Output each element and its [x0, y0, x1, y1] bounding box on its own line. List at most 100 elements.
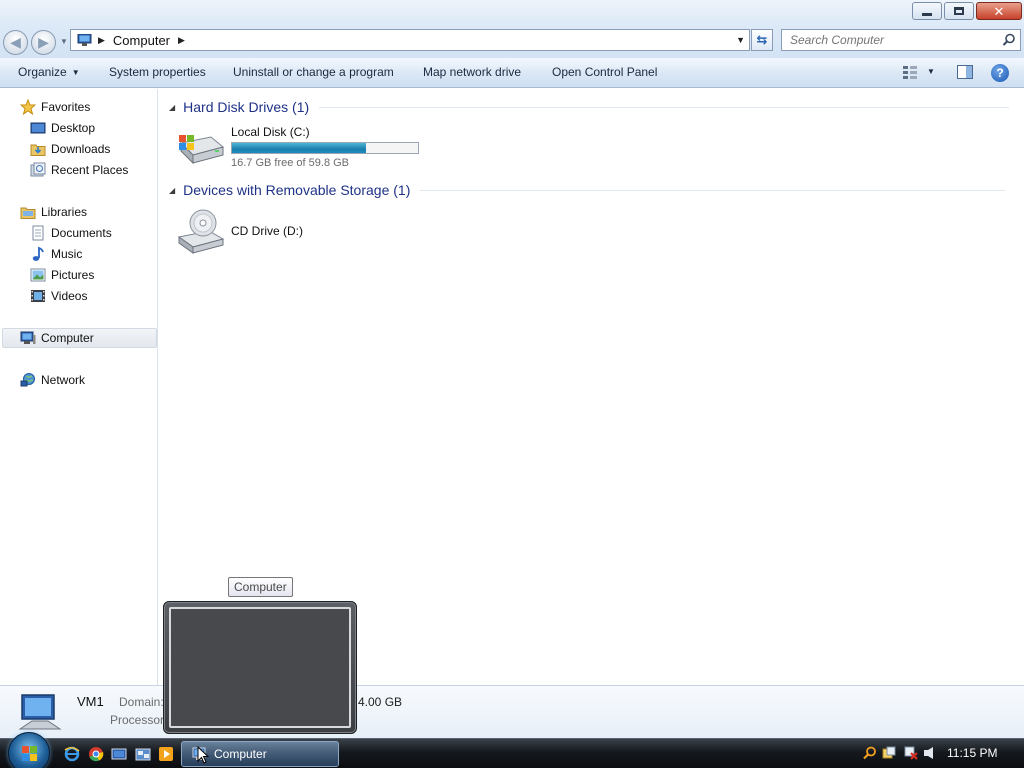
search-box[interactable]	[781, 29, 1021, 51]
restore-icon	[954, 7, 964, 15]
processor-label: Processor:	[110, 713, 168, 727]
address-bar[interactable]: ▶ Computer ▶ ▼	[70, 29, 750, 51]
nav-label: Documents	[51, 226, 112, 240]
nav-pictures[interactable]: Pictures	[30, 265, 94, 285]
nav-network[interactable]: Network	[20, 370, 85, 390]
domain-label: Domain:	[119, 695, 164, 709]
search-input[interactable]	[782, 33, 982, 47]
mouse-cursor-icon	[197, 746, 209, 764]
system-properties-button[interactable]: System properties	[109, 65, 206, 79]
view-options-dropdown-icon[interactable]: ▼	[927, 67, 935, 76]
nav-label: Computer	[41, 331, 94, 345]
taskbar-window-label: Computer	[214, 747, 267, 761]
taskbar: Computer 11:15 PM	[0, 732, 1024, 768]
group-header-hard-disk-drives[interactable]: ◢ Hard Disk Drives (1)	[169, 99, 1010, 115]
taskbar-tooltip: Computer	[228, 577, 293, 597]
details-pane: VM1 Domain: Processor: 4.00 GB	[0, 685, 1024, 738]
search-tray-icon[interactable]	[863, 746, 877, 760]
thumbnail-image	[169, 607, 351, 728]
nav-desktop[interactable]: Desktop	[30, 118, 95, 138]
network-globe-icon	[20, 373, 35, 387]
libraries-icon	[20, 207, 36, 219]
nav-documents[interactable]: Documents	[30, 223, 112, 243]
nav-computer[interactable]: Computer	[2, 328, 157, 348]
close-button[interactable]: ✕	[976, 2, 1022, 20]
star-icon	[20, 99, 36, 115]
media-player-icon[interactable]	[158, 746, 174, 762]
nav-videos[interactable]: Videos	[30, 286, 87, 306]
cd-drive-icon	[177, 209, 225, 254]
command-bar: Organize ▼ System properties Uninstall or…	[0, 58, 1024, 88]
back-arrow-icon: ◀	[10, 34, 21, 50]
group-divider	[420, 189, 1006, 191]
desktop-icon	[30, 122, 46, 134]
drive-name: Local Disk (C:)	[231, 125, 310, 139]
nav-libraries[interactable]: Libraries	[20, 202, 87, 222]
drive-usage-fill	[232, 143, 366, 153]
computer-icon	[77, 34, 92, 46]
forward-arrow-icon: ▶	[38, 34, 49, 50]
recent-places-icon	[30, 162, 46, 177]
start-button[interactable]	[8, 732, 50, 768]
organize-button[interactable]: Organize ▼	[18, 65, 80, 79]
collapse-triangle-icon[interactable]: ◢	[169, 103, 175, 112]
system-clock[interactable]: 11:15 PM	[947, 746, 997, 760]
breadcrumb-chevron-icon[interactable]: ▶	[178, 35, 185, 46]
window-controls: ✕	[912, 2, 1022, 20]
network-disconnected-icon[interactable]	[904, 746, 918, 760]
drive-info: Local Disk (C:) 16.7 GB free of 59.8 GB	[231, 125, 419, 169]
change-view-icon[interactable]	[902, 65, 918, 79]
refresh-button[interactable]: ⇆	[751, 29, 773, 51]
music-note-icon	[32, 246, 44, 261]
breadcrumb-computer[interactable]: Computer	[113, 33, 170, 48]
collapse-triangle-icon[interactable]: ◢	[169, 186, 175, 195]
group-divider	[319, 106, 1010, 108]
address-dropdown-icon[interactable]: ▼	[736, 35, 745, 45]
drive-local-disk-c[interactable]: Local Disk (C:) 16.7 GB free of 59.8 GB	[177, 125, 419, 169]
restore-button[interactable]	[944, 2, 974, 20]
nav-label: Libraries	[41, 205, 88, 219]
hard-drive-icon	[179, 135, 225, 165]
open-control-panel-button[interactable]: Open Control Panel	[552, 65, 657, 79]
nav-recent-places[interactable]: Recent Places	[30, 160, 128, 180]
uninstall-program-button[interactable]: Uninstall or change a program	[233, 65, 394, 79]
computer-icon	[18, 694, 62, 730]
pictures-icon	[30, 268, 46, 282]
title-bar: ✕	[0, 0, 1024, 26]
forward-button[interactable]: ▶	[31, 30, 56, 55]
documents-icon	[32, 225, 44, 241]
back-button[interactable]: ◀	[3, 30, 28, 55]
switch-windows-icon[interactable]	[135, 746, 151, 762]
search-icon[interactable]	[1002, 33, 1016, 47]
nav-label: Music	[51, 247, 83, 261]
recent-pages-dropdown[interactable]: ▼	[60, 37, 68, 46]
nav-label: Videos	[51, 289, 88, 303]
drive-cd-d[interactable]: CD Drive (D:)	[177, 207, 303, 255]
volume-icon[interactable]	[923, 746, 937, 760]
videos-icon	[31, 290, 45, 302]
nav-label: Recent Places	[51, 163, 129, 177]
navigation-pane: Favorites Desktop Downloads Recent Place…	[0, 89, 158, 685]
show-desktop-icon[interactable]	[111, 746, 127, 762]
nav-label: Favorites	[41, 100, 91, 114]
chrome-icon[interactable]	[88, 746, 104, 762]
breadcrumb-separator-icon[interactable]: ▶	[98, 35, 105, 46]
nav-music[interactable]: Music	[30, 244, 82, 264]
memory-value: 4.00 GB	[358, 695, 403, 709]
preview-pane-icon[interactable]	[957, 65, 973, 79]
group-header-removable-storage[interactable]: ◢ Devices with Removable Storage (1)	[169, 182, 1006, 198]
action-center-flag-icon[interactable]	[882, 746, 896, 760]
group-title: Devices with Removable Storage (1)	[183, 182, 411, 198]
nav-favorites[interactable]: Favorites	[20, 97, 90, 117]
window-thumbnail-preview[interactable]	[163, 601, 357, 734]
drive-free-space: 16.7 GB free of 59.8 GB	[231, 157, 350, 169]
refresh-icon: ⇆	[756, 32, 768, 47]
nav-label: Pictures	[51, 268, 95, 282]
nav-label: Network	[41, 373, 86, 387]
nav-downloads[interactable]: Downloads	[30, 139, 110, 159]
map-network-drive-button[interactable]: Map network drive	[423, 65, 521, 79]
help-icon[interactable]: ?	[991, 64, 1009, 82]
internet-explorer-icon[interactable]	[64, 746, 80, 762]
address-toolbar: ◀ ▶ ▼ ▶ Computer ▶ ▼ ⇆	[0, 26, 1024, 58]
minimize-button[interactable]	[912, 2, 942, 20]
